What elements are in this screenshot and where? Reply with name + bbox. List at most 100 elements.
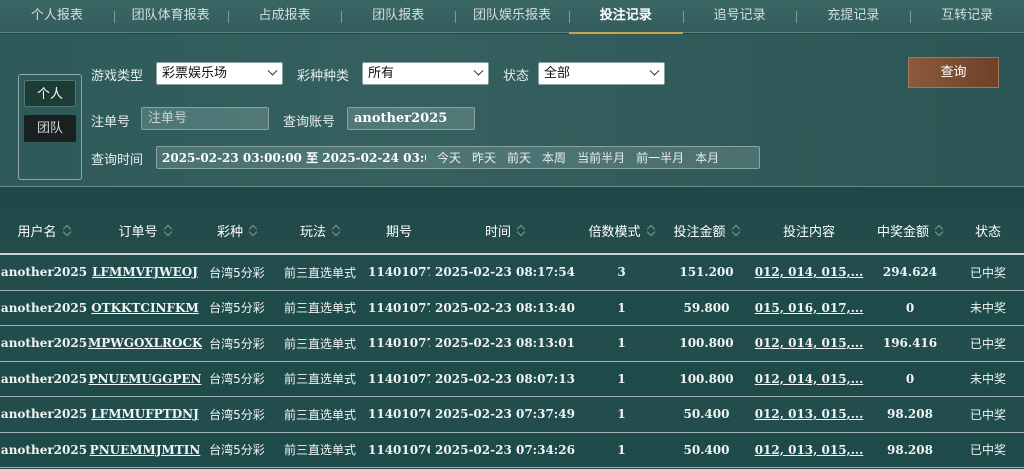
col-period: 期号 <box>385 225 412 240</box>
col-order-number[interactable]: 订单号 <box>88 221 202 240</box>
scope-team-button[interactable]: 团队 <box>24 115 76 142</box>
cell-username: another2025 <box>0 265 88 280</box>
col-play-method[interactable]: 玩法 <box>272 221 368 240</box>
cell-lottery: 台湾5分彩 <box>209 407 265 422</box>
scope-personal-button[interactable]: 个人 <box>24 80 76 107</box>
order-number-label: 注单号 <box>91 115 131 130</box>
col-bet-amount[interactable]: 投注金额 <box>663 221 750 240</box>
quick-this-month[interactable]: 本月 <box>695 149 719 166</box>
cell-lottery: 台湾5分彩 <box>209 265 265 280</box>
cell-bet-content-link[interactable]: 012, 013, 015,... <box>750 407 868 421</box>
quick-day-before[interactable]: 前天 <box>507 149 531 166</box>
tab-deposit-withdraw-records[interactable]: 充提记录 <box>796 0 910 33</box>
cell-prize-amount: 98.208 <box>887 407 933 422</box>
cell-play-method: 前三直选单式 <box>283 301 356 316</box>
cell-prize-amount: 98.208 <box>887 442 933 457</box>
col-lottery[interactable]: 彩种 <box>202 221 272 240</box>
query-account-label: 查询账号 <box>283 115 336 130</box>
report-tabs: 个人报表 团队体育报表 占成报表 团队报表 团队娱乐报表 投注记录 追号记录 充… <box>0 0 1024 34</box>
order-number-input[interactable]: 注单号 <box>141 107 269 130</box>
table-row: another2025 LFMMVFJWEOJ 台湾5分彩 前三直选单式 114… <box>0 255 1024 291</box>
table-header: 用户名 订单号 彩种 玩法 期号 时间 倍数模式 投注金额 投注内容 中奖金额 … <box>0 187 1024 255</box>
tab-chase-records[interactable]: 追号记录 <box>682 0 797 33</box>
table-row: another2025 PNUEMUGGPEN 台湾5分彩 前三直选单式 114… <box>0 362 1024 397</box>
chevron-down-icon <box>473 65 484 76</box>
col-time[interactable]: 时间 <box>430 221 580 240</box>
tab-bet-records[interactable]: 投注记录 <box>568 0 683 34</box>
lottery-type-value: 所有 <box>368 66 395 81</box>
tab-transfer-records[interactable]: 互转记录 <box>910 0 1024 33</box>
cell-time: 2025-02-23 07:37:49 <box>435 407 575 422</box>
quick-previous-half-month[interactable]: 前一半月 <box>636 149 684 166</box>
cell-order-link[interactable]: MPWGOXLROCK <box>88 336 202 350</box>
cell-period: 114010775 <box>368 265 430 280</box>
scope-toggle: 个人 团队 <box>18 74 82 180</box>
lottery-type-label: 彩种种类 <box>297 69 350 84</box>
cell-bet-content-link[interactable]: 012, 014, 015,... <box>750 336 868 350</box>
cell-bet-amount: 100.800 <box>679 371 734 386</box>
cell-status: 已中奖 <box>969 443 1006 458</box>
sort-icon <box>935 225 943 237</box>
quick-this-week[interactable]: 本周 <box>542 149 566 166</box>
game-type-select[interactable]: 彩票娱乐场 <box>156 62 283 85</box>
table-row: another2025 PNUEMMJMTIN 台湾5分彩 前三直选单式 114… <box>0 433 1024 468</box>
col-prize-amount[interactable]: 中奖金额 <box>868 221 952 240</box>
cell-multiplier: 1 <box>617 336 626 351</box>
cell-order-link[interactable]: LFMMVFJWEOJ <box>88 265 202 279</box>
table-body: another2025 LFMMVFJWEOJ 台湾5分彩 前三直选单式 114… <box>0 255 1024 468</box>
lottery-type-select[interactable]: 所有 <box>362 62 489 85</box>
cell-time: 2025-02-23 08:07:13 <box>435 371 575 386</box>
cell-status: 已中奖 <box>969 265 1006 280</box>
tab-team-report[interactable]: 团队报表 <box>341 0 455 33</box>
cell-order-link[interactable]: PNUEMMJMTIN <box>88 443 202 457</box>
quick-today[interactable]: 今天 <box>437 149 461 166</box>
cell-play-method: 前三直选单式 <box>283 265 356 280</box>
cell-time: 2025-02-23 08:13:01 <box>435 336 575 351</box>
sort-icon <box>249 225 257 237</box>
cell-username: another2025 <box>0 371 88 386</box>
chevron-down-icon <box>649 65 660 76</box>
cell-username: another2025 <box>0 407 88 422</box>
cell-multiplier: 1 <box>617 407 626 422</box>
filter-panel: 个人 团队 游戏类型 彩票娱乐场 彩种种类 所有 状态 全部 查询 注单号 注单… <box>0 34 1024 187</box>
sort-icon <box>732 225 740 237</box>
tab-share-report[interactable]: 占成报表 <box>227 0 342 33</box>
cell-bet-amount: 50.400 <box>683 407 730 422</box>
cell-order-link[interactable]: LFMMUFPTDNJ <box>88 407 202 421</box>
cell-bet-content-link[interactable]: 012, 014, 015,... <box>750 372 868 386</box>
cell-prize-amount: 0 <box>905 371 915 386</box>
quick-yesterday[interactable]: 昨天 <box>472 149 496 166</box>
sort-icon <box>517 225 525 237</box>
date-range-input[interactable]: 2025-02-23 03:00:00 至 2025-02-24 03:00:0… <box>157 149 426 166</box>
query-account-input[interactable]: another2025 <box>347 107 475 130</box>
cell-time: 2025-02-23 08:17:54 <box>435 265 575 280</box>
cell-play-method: 前三直选单式 <box>283 336 356 351</box>
quick-current-half-month[interactable]: 当前半月 <box>577 149 625 166</box>
game-type-label: 游戏类型 <box>91 69 144 84</box>
cell-lottery: 台湾5分彩 <box>209 301 265 316</box>
tab-team-sports-report[interactable]: 团队体育报表 <box>113 0 228 33</box>
bet-records-table: 用户名 订单号 彩种 玩法 期号 时间 倍数模式 投注金额 投注内容 中奖金额 … <box>0 187 1024 468</box>
col-multiplier-mode[interactable]: 倍数模式 <box>580 221 663 240</box>
cell-lottery: 台湾5分彩 <box>209 336 265 351</box>
status-value: 全部 <box>544 66 571 81</box>
tab-personal-report[interactable]: 个人报表 <box>0 0 114 33</box>
cell-lottery: 台湾5分彩 <box>209 372 265 387</box>
cell-play-method: 前三直选单式 <box>283 372 356 387</box>
query-button[interactable]: 查询 <box>908 57 999 88</box>
cell-bet-content-link[interactable]: 012, 013, 015,... <box>750 443 868 457</box>
cell-order-link[interactable]: PNUEMUGGPEN <box>88 372 202 386</box>
status-select[interactable]: 全部 <box>538 62 665 85</box>
query-time-field: 2025-02-23 03:00:00 至 2025-02-24 03:00:0… <box>156 146 760 169</box>
col-username[interactable]: 用户名 <box>0 221 88 240</box>
tab-team-entertainment-report[interactable]: 团队娱乐报表 <box>455 0 569 33</box>
cell-period: 114010773 <box>368 371 430 386</box>
cell-bet-content-link[interactable]: 012, 014, 015,... <box>750 265 868 279</box>
cell-username: another2025 <box>0 442 88 457</box>
status-label: 状态 <box>503 69 530 84</box>
cell-bet-content-link[interactable]: 015, 016, 017,... <box>750 301 868 315</box>
cell-order-link[interactable]: OTKKTCINFKM <box>88 301 202 315</box>
cell-lottery: 台湾5分彩 <box>209 443 265 458</box>
cell-bet-amount: 151.200 <box>679 265 734 280</box>
table-row: another2025 OTKKTCINFKM 台湾5分彩 前三直选单式 114… <box>0 291 1024 326</box>
